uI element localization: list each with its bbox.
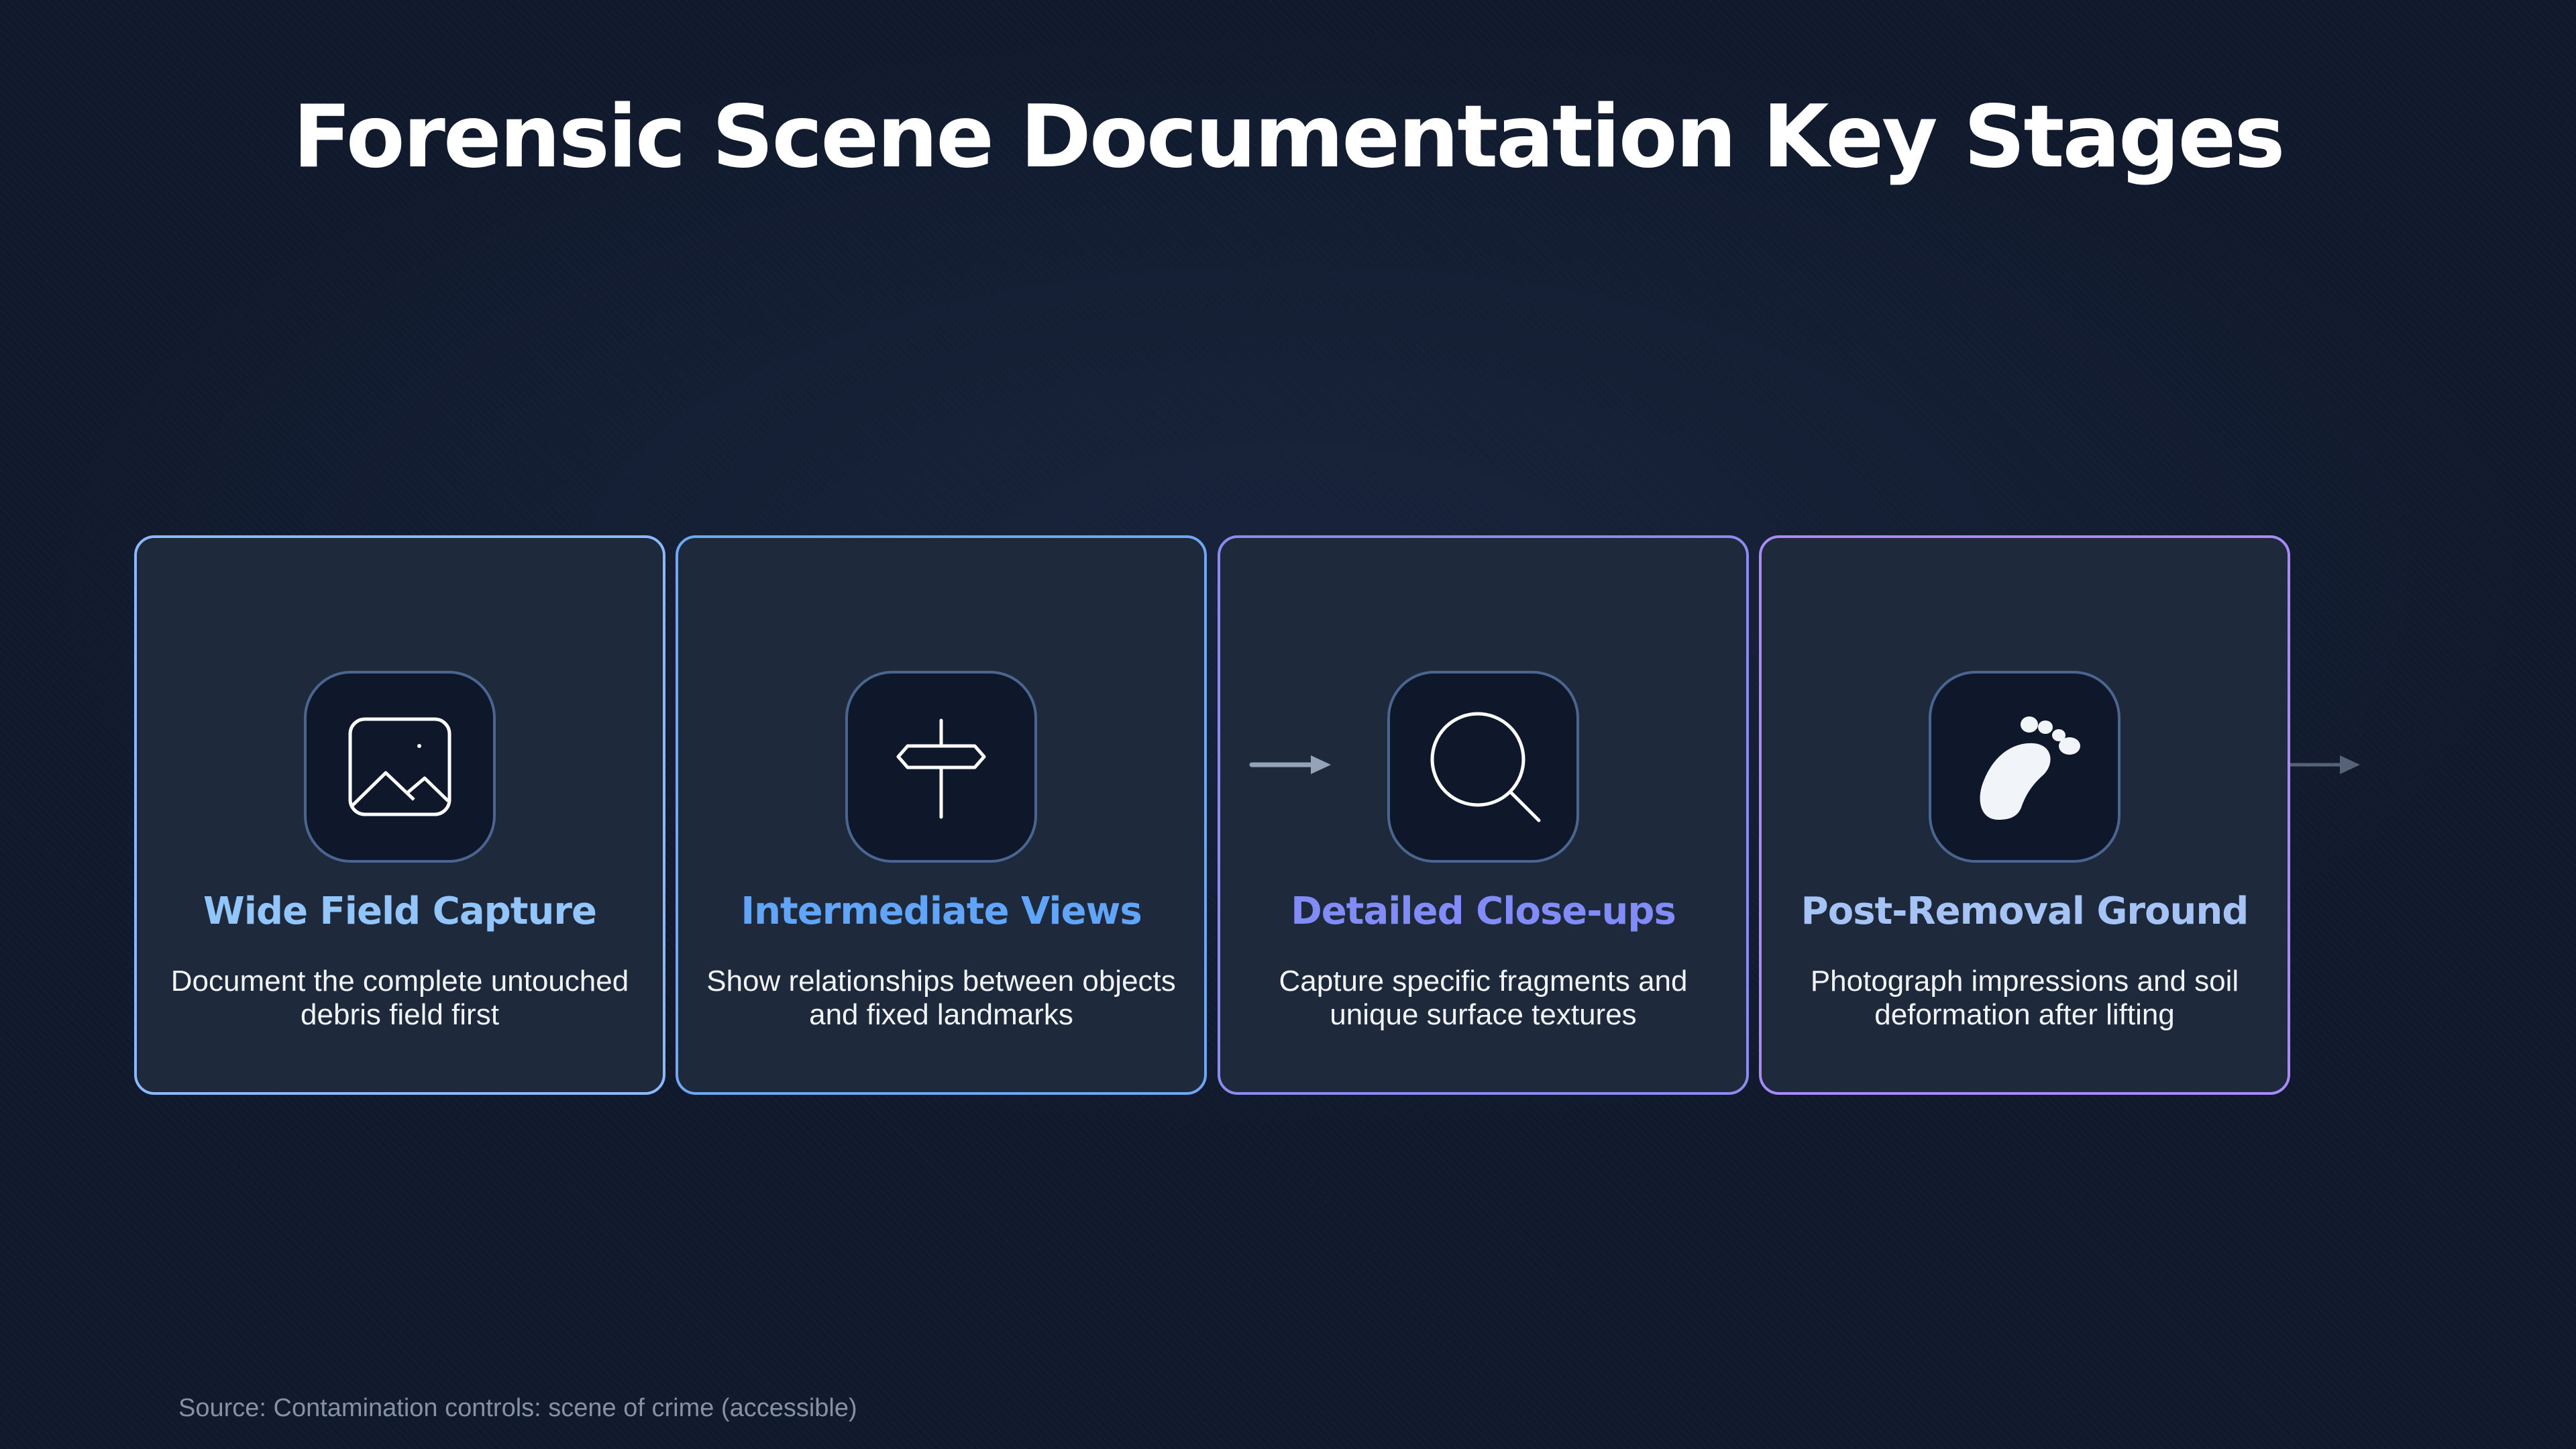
stage-title: Detailed Close-ups [1291, 890, 1676, 933]
footprint-icon [1980, 716, 2080, 820]
stage-description: Document the complete untouched debris f… [170, 965, 629, 1031]
icon-container [845, 671, 1037, 863]
stage-description: Photograph impressions and soil deformat… [1810, 965, 2239, 1031]
stage-description: Show relationships between objects and f… [706, 965, 1176, 1031]
signpost-icon [896, 718, 986, 819]
icon-container [1387, 671, 1579, 863]
stage-title: Intermediate Views [741, 890, 1142, 933]
icon-container [304, 671, 496, 863]
stage-title: Post-Removal Ground [1801, 890, 2249, 933]
stage-title: Wide Field Capture [203, 890, 597, 933]
flow-arrow-icon [2290, 755, 2360, 774]
stage-card-wide-field: Wide Field Capture Document the complete… [134, 535, 665, 1095]
stage-card-intermediate: Intermediate Views Show relationships be… [676, 535, 1207, 1095]
flow-arrow-icon [1249, 755, 1331, 774]
stage-card-post-removal: Post-Removal Ground Photograph impressio… [1759, 535, 2290, 1095]
stage-description: Capture specific fragments and unique su… [1279, 965, 1688, 1031]
image-icon [348, 717, 451, 816]
stage-card-close-ups: Detailed Close-ups Capture specific frag… [1218, 535, 1749, 1095]
source-note: Source: Contamination controls: scene of… [178, 1394, 857, 1422]
icon-container [1929, 671, 2121, 863]
search-icon [1430, 712, 1541, 822]
page-title: Forensic Scene Documentation Key Stages [292, 87, 2286, 187]
